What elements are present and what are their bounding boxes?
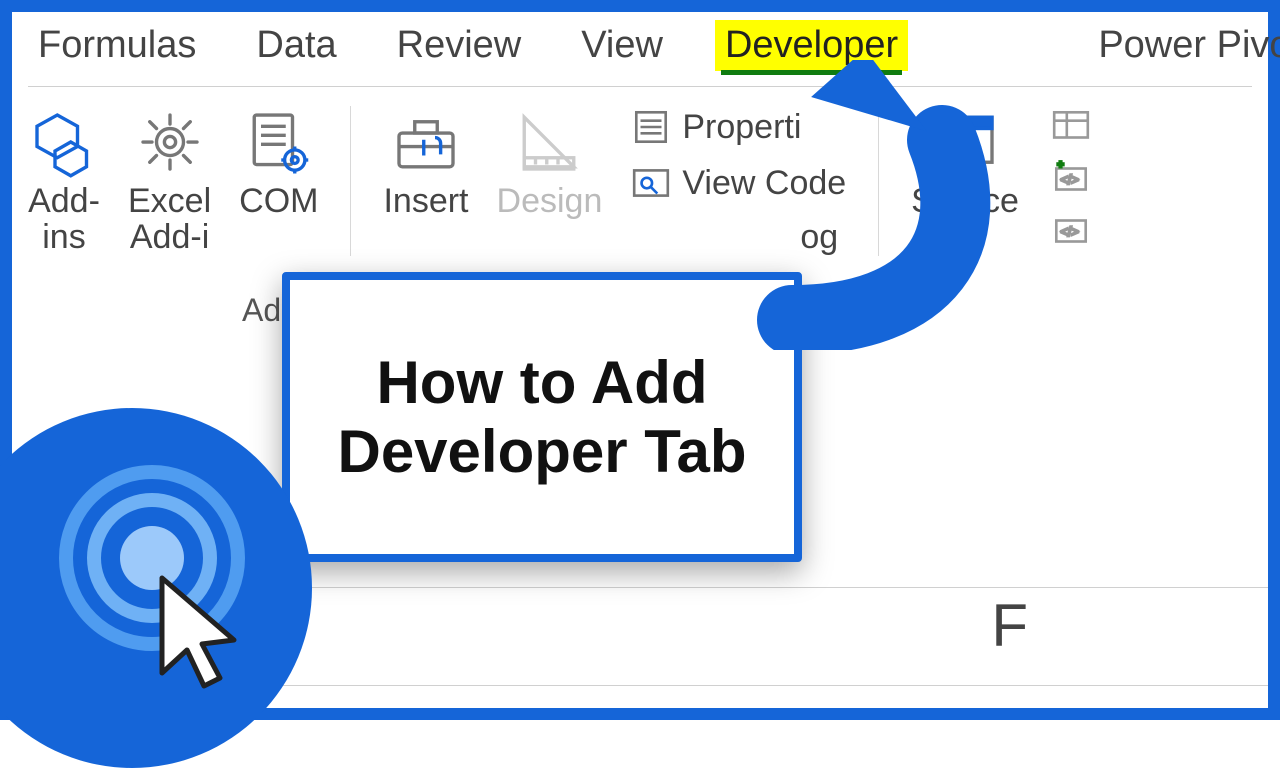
tab-review[interactable]: Review (389, 20, 530, 71)
source-button[interactable]: Source (911, 106, 1019, 220)
addins-icon (28, 106, 100, 178)
map-properties-icon (1047, 106, 1095, 148)
tutorial-title-line2: Developer Tab (337, 418, 746, 485)
ruler-icon (513, 106, 585, 178)
column-header-f[interactable]: F (991, 591, 1028, 660)
insert-button[interactable]: Insert (383, 106, 468, 220)
design-mode-button[interactable]: Design (497, 106, 603, 220)
xml-subgroup: </> </> (1047, 106, 1095, 252)
addins-button[interactable]: Add- ins (28, 106, 100, 255)
run-dialog-button[interactable]: og (630, 218, 846, 257)
ribbon-separator-2 (878, 106, 879, 256)
ribbon-tabbar: Formulas Data Review View Developer Help… (12, 20, 1268, 81)
excel-window: Formulas Data Review View Developer Help… (12, 12, 1268, 708)
tutorial-title-card: How to Add Developer Tab (282, 272, 802, 562)
tab-view[interactable]: View (573, 20, 671, 71)
properties-button[interactable]: Properti (630, 106, 846, 148)
tab-developer[interactable]: Developer (715, 20, 908, 71)
gear-icon (134, 106, 206, 178)
source-label: Source (911, 184, 1019, 220)
excel-addins-button[interactable]: Excel Add-i (128, 106, 211, 255)
run-dialog-label: og (800, 218, 838, 257)
view-code-icon (630, 162, 672, 204)
toolbox-icon (390, 106, 462, 178)
addins-label: Add- ins (28, 184, 100, 255)
insert-label: Insert (383, 184, 468, 220)
ribbon-separator (350, 106, 351, 256)
refresh-data-icon: </> (1047, 210, 1095, 252)
channel-logo (0, 408, 312, 768)
excel-addins-label: Excel Add-i (128, 184, 211, 255)
expansion-icon: </> (1047, 158, 1095, 200)
tab-powerpivot[interactable]: Power Pivot (1090, 20, 1280, 71)
com-icon (243, 106, 315, 178)
tab-data[interactable]: Data (248, 20, 344, 71)
com-addins-button[interactable]: COM (239, 106, 318, 220)
svg-text:</>: </> (1060, 225, 1078, 239)
view-code-label: View Code (682, 164, 846, 203)
view-code-button[interactable]: View Code (630, 162, 846, 204)
com-label: COM (239, 184, 318, 220)
svg-text:</>: </> (1060, 173, 1078, 187)
source-icon (929, 106, 1001, 178)
tab-formulas[interactable]: Formulas (30, 20, 204, 71)
controls-subgroup: Properti View Code og (630, 106, 846, 257)
tab-divider (28, 86, 1252, 87)
design-label: Design (497, 184, 603, 220)
tutorial-frame: Formulas Data Review View Developer Help… (0, 0, 1280, 720)
properties-label: Properti (682, 108, 801, 147)
tutorial-title-line1: How to Add (376, 349, 707, 416)
properties-icon (630, 106, 672, 148)
